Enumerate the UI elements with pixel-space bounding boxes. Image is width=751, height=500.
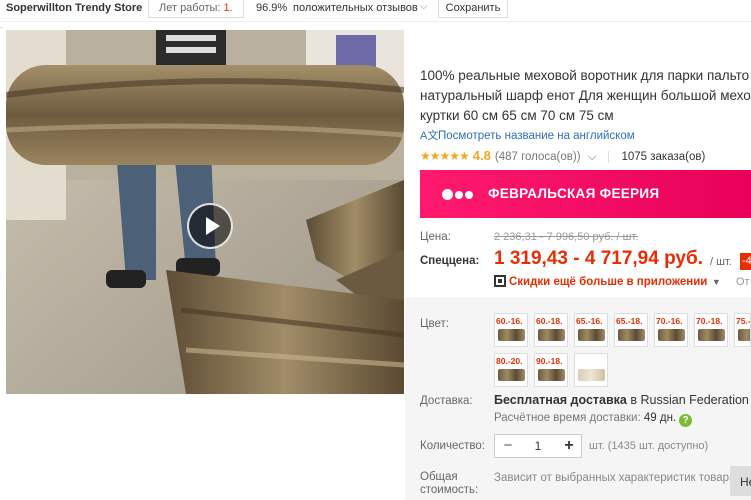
total-label-line-1: Общая xyxy=(420,471,458,483)
total-label: Общая стоимость: xyxy=(420,471,478,497)
app-discount-link[interactable]: Скидки ещё больше в приложении ▼ xyxy=(494,275,721,288)
promo-banner[interactable]: ФЕВРАЛЬСКАЯ ФЕЕРИЯ xyxy=(420,170,751,218)
product-photo[interactable] xyxy=(6,30,404,394)
swatch-label: 70.-16. xyxy=(656,316,683,326)
qr-code-icon xyxy=(494,275,506,287)
orders-count: 1075 заказа(ов) xyxy=(608,151,706,163)
swatch-image xyxy=(538,329,565,341)
quantity-increase-button[interactable]: + xyxy=(557,435,581,457)
price-new: 1 319,43 - 4 717,94 руб. xyxy=(494,248,704,269)
special-price-label: Спеццена: xyxy=(420,255,480,267)
swatch-image xyxy=(498,369,525,381)
corner-label: - xyxy=(0,23,3,32)
translate-icon: A文 xyxy=(420,130,439,142)
rating-row: ★★★★★ 4.8 (487 голоса(ов)) ⌵ 1075 заказа(ов… xyxy=(420,148,706,164)
chevron-down-icon: ▼ xyxy=(709,277,721,287)
delivery-time-label: Расчётное время доставки: xyxy=(494,412,644,424)
color-swatch[interactable] xyxy=(574,353,608,387)
translate-title-link[interactable]: A文Посмотреть название на английском xyxy=(420,127,635,143)
quantity-available: шт. (1435 шт. доступно) xyxy=(589,440,709,452)
price-old: 2 236,31 - 7 996,50 руб. / шт. xyxy=(494,231,639,243)
swatch-image xyxy=(498,329,525,341)
translate-title-label: Посмотреть название на английском xyxy=(438,130,635,142)
product-title-line-2: натуральный шарф енот Для женщин большой… xyxy=(420,88,751,103)
save-store-button[interactable]: Сохранить xyxy=(438,0,508,18)
color-label: Цвет: xyxy=(420,318,449,330)
positive-feedback-percent: 96.9% xyxy=(256,2,288,14)
swatch-image xyxy=(578,369,605,381)
quantity-decrease-button[interactable]: − xyxy=(495,435,521,457)
store-bar: Soperwillton Trendy Store Лет работы: 1.… xyxy=(0,0,751,22)
app-more-text: От xyxy=(736,276,750,288)
total-label-line-2: стоимость: xyxy=(420,484,479,496)
product-title-line-3: куртки 60 см 65 см 70 см 75 см xyxy=(420,108,614,123)
color-swatch[interactable]: 60.-16. xyxy=(494,313,528,347)
store-name[interactable]: Soperwillton Trendy Store xyxy=(6,2,142,14)
delivery-to: в xyxy=(626,393,641,407)
color-swatch[interactable]: 70.-16. xyxy=(654,313,688,347)
delivery-label: Доставка: xyxy=(420,395,473,407)
chevron-down-icon[interactable]: ⌵ xyxy=(585,151,597,163)
swatch-image xyxy=(578,329,605,341)
swatch-label: 70.-18. xyxy=(696,316,723,326)
color-swatch[interactable]: 65.-18. xyxy=(614,313,648,347)
promo-logo-icon xyxy=(442,188,475,202)
swatch-image xyxy=(658,329,685,341)
product-title-line-1: 100% реальные меховой воротник для парки… xyxy=(420,68,750,83)
store-years-badge: Лет работы: 1. xyxy=(148,0,244,18)
quantity-input[interactable]: 1 xyxy=(521,435,555,457)
free-delivery-text: Бесплатная доставка xyxy=(494,393,627,407)
swatch-label: 90.-18. xyxy=(536,356,563,366)
color-swatch[interactable]: 60.-18. xyxy=(534,313,568,347)
swatch-label: 65.-18. xyxy=(616,316,643,326)
play-video-button[interactable] xyxy=(187,203,233,249)
rating-score: 4.8 xyxy=(472,148,491,163)
color-swatch[interactable]: 65.-16. xyxy=(574,313,608,347)
app-discount-label: Скидки ещё больше в приложении xyxy=(509,276,708,288)
swatch-image xyxy=(618,329,645,341)
quantity-stepper: − 1 + xyxy=(494,434,582,458)
store-years-label: Лет работы: xyxy=(159,2,224,14)
promo-label: ФЕВРАЛЬСКАЯ ФЕЕРИЯ xyxy=(488,186,660,201)
swatch-label: 65.-16. xyxy=(576,316,603,326)
swatch-image xyxy=(538,369,565,381)
color-swatch[interactable]: 80.-20. xyxy=(494,353,528,387)
swatch-label: 60.-16. xyxy=(496,316,523,326)
swatch-label: 75.-1 xyxy=(736,316,751,326)
total-note: Зависит от выбранных характеристик товар… xyxy=(494,472,736,484)
swatch-label: 60.-18. xyxy=(536,316,563,326)
price-unit: / шт. xyxy=(710,256,732,268)
discount-badge: -4 xyxy=(740,253,751,270)
color-swatch[interactable]: 70.-18. xyxy=(694,313,728,347)
store-years-suffix: . xyxy=(229,2,233,14)
delivery-country[interactable]: Russian Federation сл xyxy=(640,393,751,407)
swatch-image xyxy=(698,329,725,341)
chevron-down-icon[interactable]: ⌵ xyxy=(420,1,428,12)
swatch-image xyxy=(738,329,750,341)
quantity-label: Количество: xyxy=(420,440,485,452)
votes-count[interactable]: (487 голоса(ов)) xyxy=(495,151,581,163)
positive-feedback-label[interactable]: положительных отзывов xyxy=(293,2,418,14)
divider xyxy=(405,298,751,299)
help-icon[interactable]: ? xyxy=(679,414,693,427)
delivery-days: 49 дн. xyxy=(643,412,677,424)
action-button[interactable]: Не xyxy=(730,466,751,496)
price-label: Цена: xyxy=(420,231,451,243)
delivery-time: Расчётное время доставки: 49 дн.? xyxy=(494,412,693,427)
star-rating-icon: ★★★★★ xyxy=(420,149,470,163)
swatch-label: 80.-20. xyxy=(496,356,523,366)
color-swatch[interactable]: 75.-1 xyxy=(734,313,751,347)
delivery-info: Бесплатная доставка в Russian Federation… xyxy=(494,393,751,407)
color-swatch[interactable]: 90.-18. xyxy=(534,353,568,387)
